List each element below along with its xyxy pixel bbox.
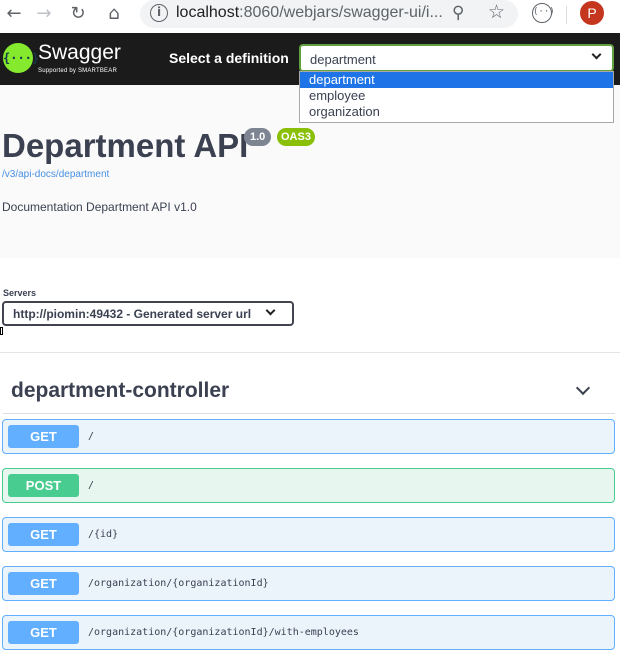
swagger-logo-icon[interactable]: {···} [3, 43, 39, 73]
servers-label: Servers [3, 288, 37, 298]
operation-get-organization-with-employees[interactable]: GET /organization/{organizationId}/with-… [2, 615, 615, 650]
definition-label: Select a definition [169, 50, 289, 66]
operation-get-organization[interactable]: GET /organization/{organizationId} [2, 566, 615, 601]
definition-selected-value: department [310, 52, 376, 67]
operation-path: / [88, 431, 95, 442]
method-badge: GET [8, 621, 79, 644]
collapse-chevron-icon[interactable] [575, 380, 591, 396]
profile-avatar[interactable]: P [580, 1, 604, 25]
forward-arrow-icon[interactable]: → [34, 4, 54, 24]
version-badge: 1.0 [244, 128, 272, 146]
method-badge: GET [8, 572, 79, 595]
operation-path: /organization/{organizationId} [88, 578, 269, 589]
chevron-down-icon [591, 49, 602, 60]
toolbar-divider [566, 6, 567, 24]
operation-path: / [88, 480, 95, 491]
method-badge: GET [8, 425, 79, 448]
reload-icon[interactable]: ↻ [68, 4, 88, 24]
browser-toolbar: ← → ↻ ⌂ i localhost:8060/webjars/swagger… [0, 0, 620, 33]
swagger-logo-text[interactable]: Swagger [38, 41, 121, 65]
definition-option[interactable]: employee [300, 88, 613, 104]
text-cursor-icon [0, 327, 3, 335]
oas-badge: OAS3 [277, 128, 315, 146]
section-divider [0, 352, 620, 353]
definition-select[interactable]: department [299, 44, 614, 72]
extension-icon[interactable]: (··) [532, 3, 555, 23]
operation-post-root[interactable]: POST / [2, 468, 615, 503]
swagger-logo-tagline: Supported by SMARTBEAR [38, 68, 117, 74]
api-docs-link[interactable]: /v3/api-docs/department [2, 169, 109, 180]
api-title: Department API [2, 127, 249, 164]
server-selected-value: http://piomin:49432 - Generated server u… [13, 307, 252, 321]
address-bar[interactable]: i localhost:8060/webjars/swagger-ui/i...… [140, 0, 518, 28]
zoom-icon[interactable]: ⚲ [452, 3, 464, 23]
address-url[interactable]: localhost:8060/webjars/swagger-ui/i... [176, 4, 443, 22]
bookmark-star-icon[interactable]: ☆ [488, 1, 505, 23]
definition-option[interactable]: organization [300, 104, 613, 120]
definition-option[interactable]: department [300, 72, 613, 88]
tag-title[interactable]: department-controller [11, 379, 229, 403]
method-badge: POST [8, 474, 79, 497]
url-path: :8060/webjars/swagger-ui/i... [239, 4, 443, 21]
server-select[interactable]: http://piomin:49432 - Generated server u… [2, 301, 294, 326]
api-description: Documentation Department API v1.0 [2, 200, 197, 214]
method-badge: GET [8, 523, 79, 546]
operation-path: /{id} [88, 529, 119, 540]
definition-dropdown-list: department employee organization [299, 71, 614, 123]
operation-get-root[interactable]: GET / [2, 419, 615, 454]
home-icon[interactable]: ⌂ [104, 4, 124, 24]
operation-path: /organization/{organizationId}/with-empl… [88, 627, 359, 638]
back-arrow-icon[interactable]: ← [4, 4, 24, 24]
url-host: localhost [176, 4, 240, 21]
site-info-icon[interactable]: i [150, 4, 168, 22]
chevron-down-icon [265, 305, 276, 316]
tag-divider [3, 413, 615, 414]
operation-get-id[interactable]: GET /{id} [2, 517, 615, 552]
